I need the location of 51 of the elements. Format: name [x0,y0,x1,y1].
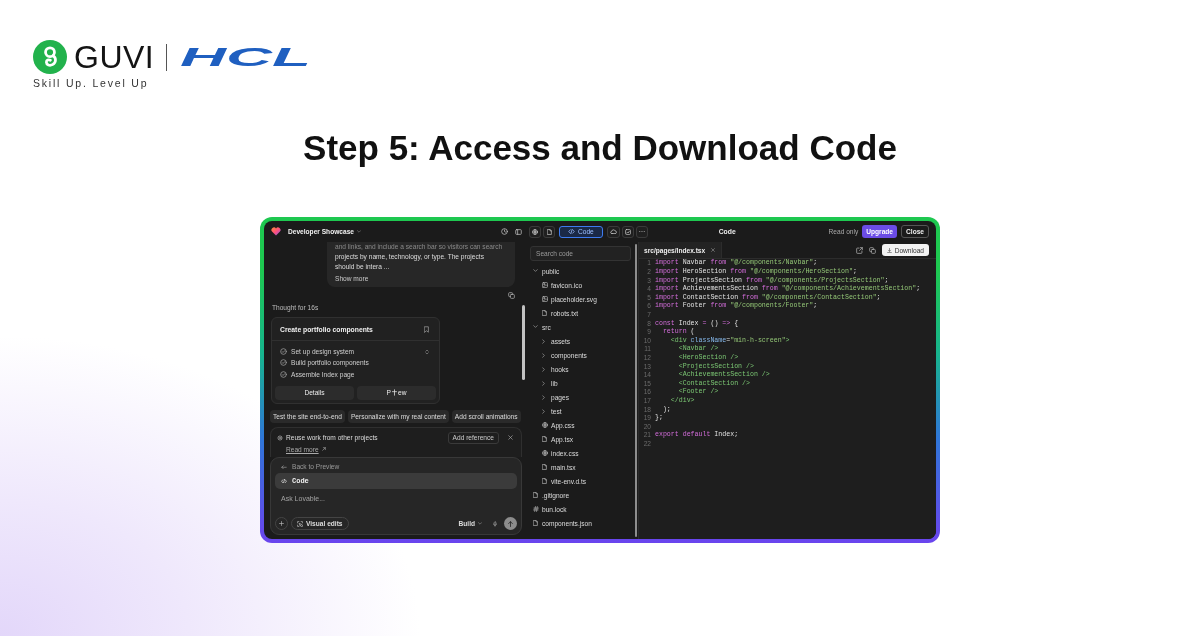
selection-icon [297,520,303,527]
gear-icon [277,434,283,441]
file-icon [542,464,547,470]
brand-tagline: Skill Up. Level Up [33,77,149,90]
close-icon [711,248,716,252]
send-button[interactable] [504,517,517,530]
guvi-logo-icon [33,40,67,74]
download-icon [886,247,892,253]
microphone-icon [493,520,497,527]
image-icon [542,296,548,302]
plus-icon [279,521,284,526]
expand-icon [425,348,429,355]
partner-name: HCL [180,42,312,72]
view-tab[interactable] [621,225,634,238]
file-icon [546,228,552,235]
code-icon [281,478,287,484]
scrollbar-thumb[interactable] [522,305,525,380]
view-tab[interactable] [606,225,620,238]
copy-icon [508,292,515,299]
clock-icon [501,228,508,235]
bookmark-icon [424,325,429,333]
chart-icon [624,228,631,235]
window-icon [855,246,863,254]
arrow-up-icon [508,520,513,527]
code-icon [568,229,575,234]
close-icon [508,435,513,441]
cloud-icon [609,229,617,234]
back-arrow-icon [281,464,287,470]
brand-name: GUVI [74,40,155,74]
globe-icon [532,228,538,235]
view-tab[interactable] [543,225,555,238]
file-icon [542,310,547,316]
view-tab[interactable] [529,225,541,238]
page-title: Step 5: Access and Download Code [303,128,897,168]
hash-icon [533,506,539,512]
file-icon [542,436,547,442]
external-link-icon [321,447,326,452]
globe-icon [542,422,548,428]
heart-logo-icon [271,227,281,236]
scrollbar-thumb[interactable] [635,244,637,537]
sidebar-icon [515,228,522,235]
file-icon [533,492,538,498]
copy-icon [868,246,876,254]
chevron-down-icon [478,522,482,525]
chevron-down-icon [356,230,361,233]
image-icon [542,282,548,288]
more-icon [638,230,645,233]
file-icon [533,520,538,526]
globe-icon [542,450,548,456]
file-icon [542,478,547,484]
cursor-icon [392,389,397,397]
